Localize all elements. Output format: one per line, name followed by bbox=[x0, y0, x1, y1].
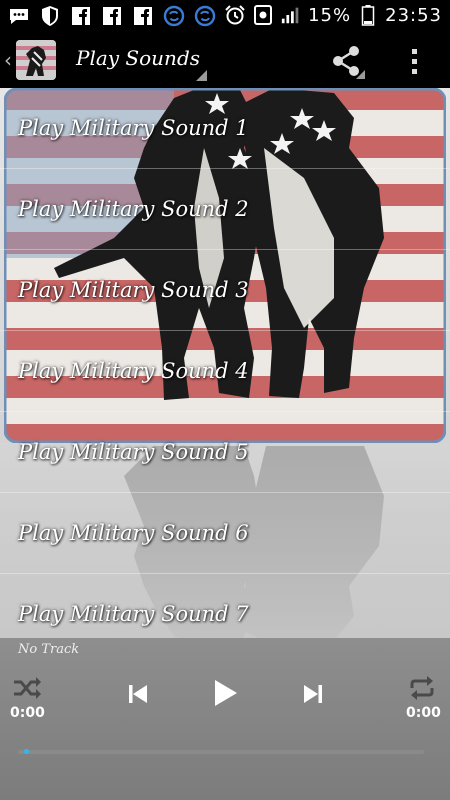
track-item[interactable]: Play Military Sound 1 bbox=[0, 88, 450, 169]
shield-icon bbox=[39, 5, 61, 27]
next-icon bbox=[304, 685, 322, 703]
clock: 23:53 bbox=[385, 4, 442, 26]
sync-icon bbox=[163, 5, 185, 27]
track-item[interactable]: Play Military Sound 7 bbox=[0, 574, 450, 638]
previous-button[interactable] bbox=[126, 682, 150, 710]
track-label: Play Military Sound 1 bbox=[18, 116, 249, 140]
chat-icon bbox=[8, 5, 30, 27]
battery-icon bbox=[357, 4, 379, 26]
track-item[interactable]: Play Military Sound 3 bbox=[0, 250, 450, 331]
repeat-button[interactable] bbox=[408, 676, 436, 704]
track-label: Play Military Sound 7 bbox=[18, 602, 249, 626]
track-item[interactable]: Play Military Sound 5 bbox=[0, 412, 450, 493]
alarm-icon bbox=[224, 4, 246, 26]
track-label: Play Military Sound 6 bbox=[18, 521, 249, 545]
facebook-icon bbox=[101, 5, 123, 27]
seek-thumb[interactable] bbox=[24, 749, 29, 754]
elapsed-time: 0:00 bbox=[10, 705, 45, 721]
track-label: Play Military Sound 5 bbox=[18, 440, 249, 464]
track-list-area: Play Military Sound 1 Play Military Soun… bbox=[0, 88, 450, 638]
sync-icon bbox=[194, 5, 216, 27]
track-item[interactable]: Play Military Sound 2 bbox=[0, 169, 450, 250]
title-dropdown-indicator bbox=[196, 70, 207, 81]
track-label: Play Military Sound 2 bbox=[18, 197, 249, 221]
shuffle-button[interactable] bbox=[12, 676, 42, 704]
play-button[interactable] bbox=[210, 678, 240, 712]
now-playing-label: No Track bbox=[18, 642, 80, 657]
overflow-menu-icon[interactable] bbox=[400, 42, 428, 80]
action-bar: ‹ Play Sounds bbox=[0, 32, 450, 88]
total-time: 0:00 bbox=[406, 705, 441, 721]
track-item[interactable]: Play Military Sound 4 bbox=[0, 331, 450, 412]
back-chevron-icon[interactable]: ‹ bbox=[4, 48, 12, 72]
player-bar: No Track 0:00 0:00 bbox=[0, 638, 450, 800]
play-icon bbox=[215, 680, 237, 706]
facebook-icon bbox=[70, 5, 92, 27]
share-dropdown-indicator bbox=[356, 70, 365, 79]
photo-icon bbox=[252, 4, 274, 26]
seek-bar[interactable] bbox=[18, 750, 424, 754]
track-label: Play Military Sound 3 bbox=[18, 278, 249, 302]
status-bar: 15% 23:53 bbox=[0, 0, 450, 32]
previous-icon bbox=[129, 685, 147, 703]
battery-percent: 15% bbox=[308, 4, 352, 26]
next-button[interactable] bbox=[301, 682, 325, 710]
facebook-icon bbox=[132, 5, 154, 27]
track-label: Play Military Sound 4 bbox=[18, 359, 249, 383]
app-logo[interactable] bbox=[16, 40, 56, 80]
repeat-icon bbox=[410, 676, 434, 700]
track-item[interactable]: Play Military Sound 6 bbox=[0, 493, 450, 574]
shuffle-icon bbox=[14, 677, 41, 699]
signal-icon bbox=[280, 4, 302, 26]
page-title: Play Sounds bbox=[76, 46, 201, 70]
track-list: Play Military Sound 1 Play Military Soun… bbox=[0, 88, 450, 638]
